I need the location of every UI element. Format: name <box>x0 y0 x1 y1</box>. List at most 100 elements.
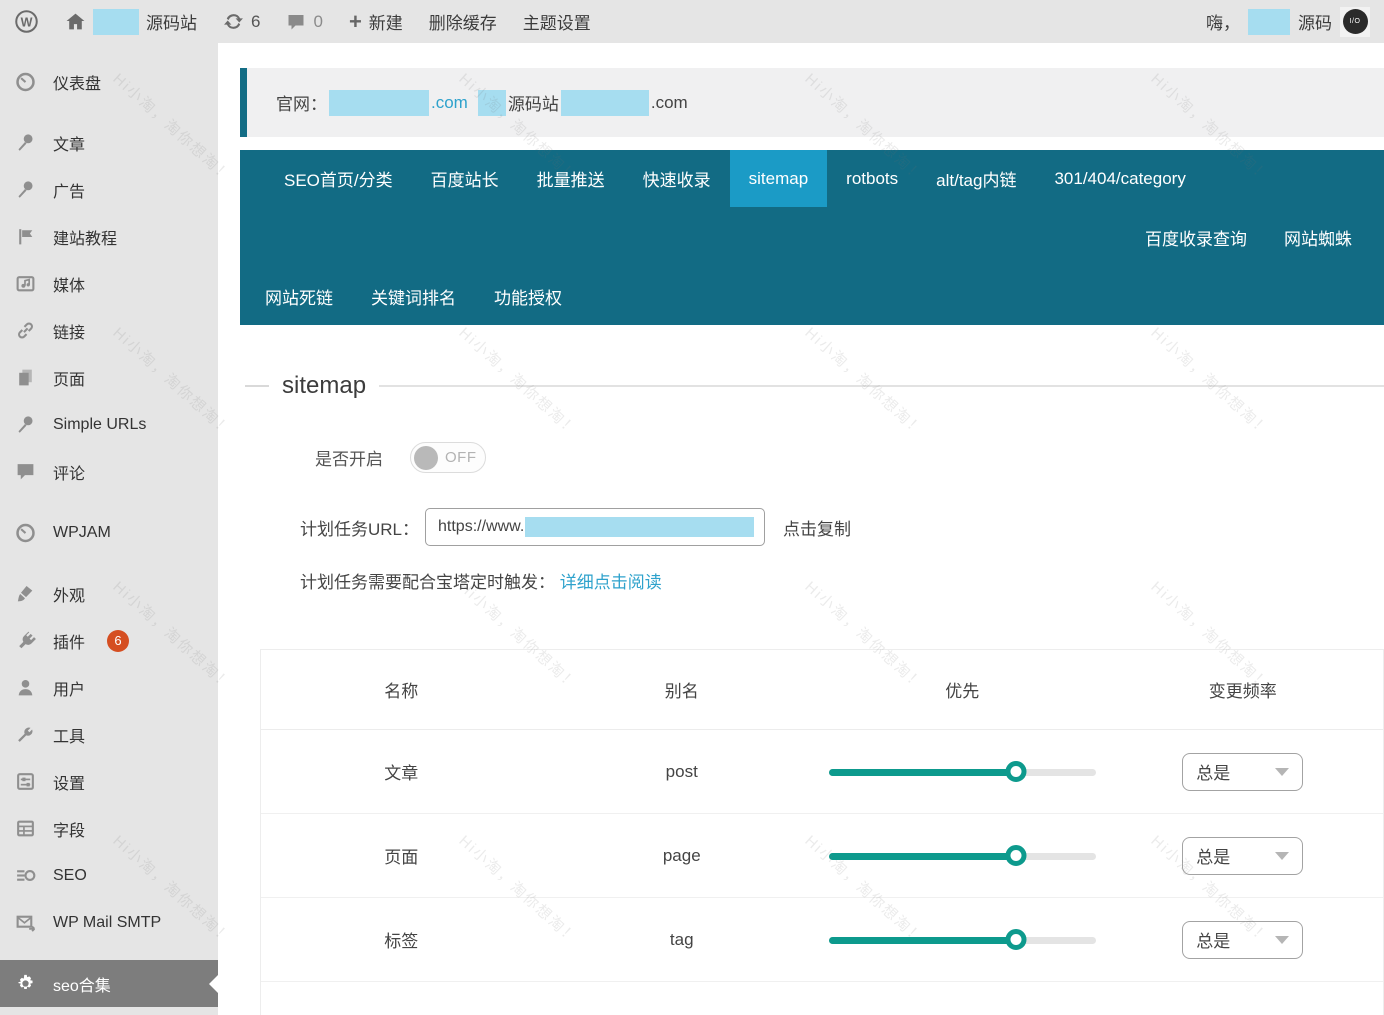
note-text: 计划任务需要配合宝塔定时触发： <box>300 573 555 592</box>
sidebar-item-wp-mail-smtp[interactable]: WP Mail SMTP <box>0 899 218 946</box>
update-icon <box>223 11 244 32</box>
copy-button[interactable]: 点击复制 <box>783 515 851 540</box>
tab-keyword-ranking[interactable]: 关键词排名 <box>371 284 456 309</box>
tab-site-spider[interactable]: 网站蜘蛛 <box>1284 225 1352 250</box>
priority-slider[interactable] <box>828 928 1096 951</box>
cron-url-input[interactable]: https://www. <box>425 508 766 546</box>
admin-sidebar: 仪表盘 文章 广告 建站教程 媒体 链接 页面 Simple URLs 评论 W… <box>0 43 218 1015</box>
redacted-text <box>329 89 429 116</box>
tab-dead-links[interactable]: 网站死链 <box>265 284 333 309</box>
tab-baidu-index-query[interactable]: 百度收录查询 <box>1145 225 1247 250</box>
settings-icon <box>15 771 36 792</box>
sidebar-item-fields[interactable]: 字段 <box>0 805 218 852</box>
seo-icon <box>15 865 36 886</box>
sidebar-item-comments[interactable]: 评论 <box>0 448 218 495</box>
sidebar-item-dashboard[interactable]: 仪表盘 <box>0 58 218 105</box>
frequency-dropdown[interactable]: 总是 <box>1182 836 1304 875</box>
updates-count: 6 <box>251 11 261 31</box>
sidebar-item-links[interactable]: 链接 <box>0 307 218 354</box>
tab-baidu-webmaster[interactable]: 百度站长 <box>412 150 518 207</box>
sidebar-item-settings[interactable]: 设置 <box>0 758 218 805</box>
flag-icon <box>15 226 36 247</box>
table-row: 页面 page 总是 <box>261 814 1383 898</box>
plugin-icon <box>15 630 36 651</box>
greeting-text: 嗨， <box>1206 14 1240 33</box>
sidebar-item-simple-urls[interactable]: Simple URLs <box>0 401 218 448</box>
sidebar-item-pages[interactable]: 页面 <box>0 354 218 401</box>
chevron-down-icon <box>1275 851 1290 860</box>
gear-icon <box>15 973 36 994</box>
avatar: I/O <box>1340 6 1370 37</box>
redacted-text <box>1248 8 1290 35</box>
sidebar-item-seo-collection[interactable]: seo合集 <box>0 960 218 1007</box>
tab-seo-home[interactable]: SEO首页/分类 <box>265 150 412 207</box>
tab-feature-license[interactable]: 功能授权 <box>494 284 562 309</box>
sidebar-item-posts[interactable]: 文章 <box>0 119 218 166</box>
tab-301-404-category[interactable]: 301/404/category <box>1035 150 1204 207</box>
comments-link[interactable]: 0 <box>286 11 323 32</box>
updates-link[interactable]: 6 <box>223 11 260 32</box>
priority-slider[interactable] <box>828 760 1096 783</box>
frequency-dropdown[interactable]: 总是 <box>1182 752 1304 791</box>
fields-icon <box>15 818 36 839</box>
comment-icon <box>286 12 306 32</box>
toggle-label: 是否开启 <box>315 450 383 469</box>
col-header-name: 名称 <box>384 682 419 701</box>
chevron-down-icon <box>1275 935 1290 944</box>
slider-handle[interactable] <box>1005 760 1027 782</box>
slider-handle[interactable] <box>1005 928 1027 950</box>
priority-slider[interactable] <box>828 844 1096 867</box>
plus-icon: + <box>348 8 362 34</box>
official-site-link[interactable]: .com <box>431 93 468 113</box>
sitemap-enable-toggle[interactable]: OFF <box>410 442 486 473</box>
clear-cache-button[interactable]: 删除缓存 <box>429 9 497 34</box>
redacted-text <box>525 517 755 537</box>
users-icon <box>15 677 36 698</box>
redacted-text <box>93 8 139 35</box>
theme-settings-button[interactable]: 主题设置 <box>523 9 591 34</box>
comments-count: 0 <box>313 11 323 31</box>
table-header-row: 名称 别名 优先 变更频率 <box>261 650 1383 730</box>
slider-handle[interactable] <box>1005 844 1027 866</box>
tab-batch-push[interactable]: 批量推送 <box>518 150 624 207</box>
sidebar-item-tutorials[interactable]: 建站教程 <box>0 213 218 260</box>
admin-bar: W 源码站 6 0 + 新建 删除缓存 主题设置 嗨， 源码 I/O <box>0 0 1384 43</box>
sidebar-item-ads[interactable]: 广告 <box>0 166 218 213</box>
tab-alt-tag-links[interactable]: alt/tag内链 <box>917 150 1035 207</box>
sidebar-item-tools[interactable]: 工具 <box>0 711 218 758</box>
frequency-dropdown[interactable]: 总是 <box>1182 920 1304 959</box>
new-content-button[interactable]: + 新建 <box>349 9 403 34</box>
table-row: 文章 post 总是 <box>261 730 1383 814</box>
link-icon <box>15 320 36 341</box>
tab-rotbots[interactable]: rotbots <box>827 150 917 207</box>
username: 源码 <box>1298 14 1332 33</box>
tab-sitemap[interactable]: sitemap <box>729 150 828 207</box>
media-icon <box>15 273 36 294</box>
seo-plugin-nav: SEO首页/分类 百度站长 批量推送 快速收录 sitemap rotbots … <box>240 150 1384 325</box>
plugins-update-badge: 6 <box>107 629 130 652</box>
active-menu-arrow <box>209 974 218 993</box>
sidebar-item-users[interactable]: 用户 <box>0 664 218 711</box>
official-site-notice: 官网： .com 源码站 .com <box>240 68 1384 137</box>
wordpress-logo-icon: W <box>14 9 39 34</box>
sidebar-item-plugins[interactable]: 插件 6 <box>0 617 218 664</box>
pin-icon <box>15 414 36 435</box>
read-more-link[interactable]: 详细点击阅读 <box>560 573 662 592</box>
account-menu[interactable]: 嗨， 源码 I/O <box>1206 6 1370 37</box>
section-title: sitemap <box>282 372 367 399</box>
dashboard-icon <box>15 71 36 92</box>
col-header-alias: 别名 <box>664 682 699 701</box>
brush-icon <box>15 583 36 604</box>
tab-fast-index[interactable]: 快速收录 <box>624 150 730 207</box>
site-link[interactable]: 源码站 <box>65 8 197 35</box>
chevron-down-icon <box>1275 767 1290 776</box>
col-header-frequency: 变更频率 <box>1208 682 1277 701</box>
sidebar-item-appearance[interactable]: 外观 <box>0 570 218 617</box>
sidebar-item-media[interactable]: 媒体 <box>0 260 218 307</box>
site-name: 源码站 <box>146 14 197 33</box>
row-name: 标签 <box>384 932 419 951</box>
sidebar-item-seo[interactable]: SEO <box>0 852 218 899</box>
sidebar-item-wpjam[interactable]: WPJAM <box>0 509 218 556</box>
wordpress-menu[interactable]: W <box>14 9 39 34</box>
row-alias: tag <box>669 929 694 949</box>
